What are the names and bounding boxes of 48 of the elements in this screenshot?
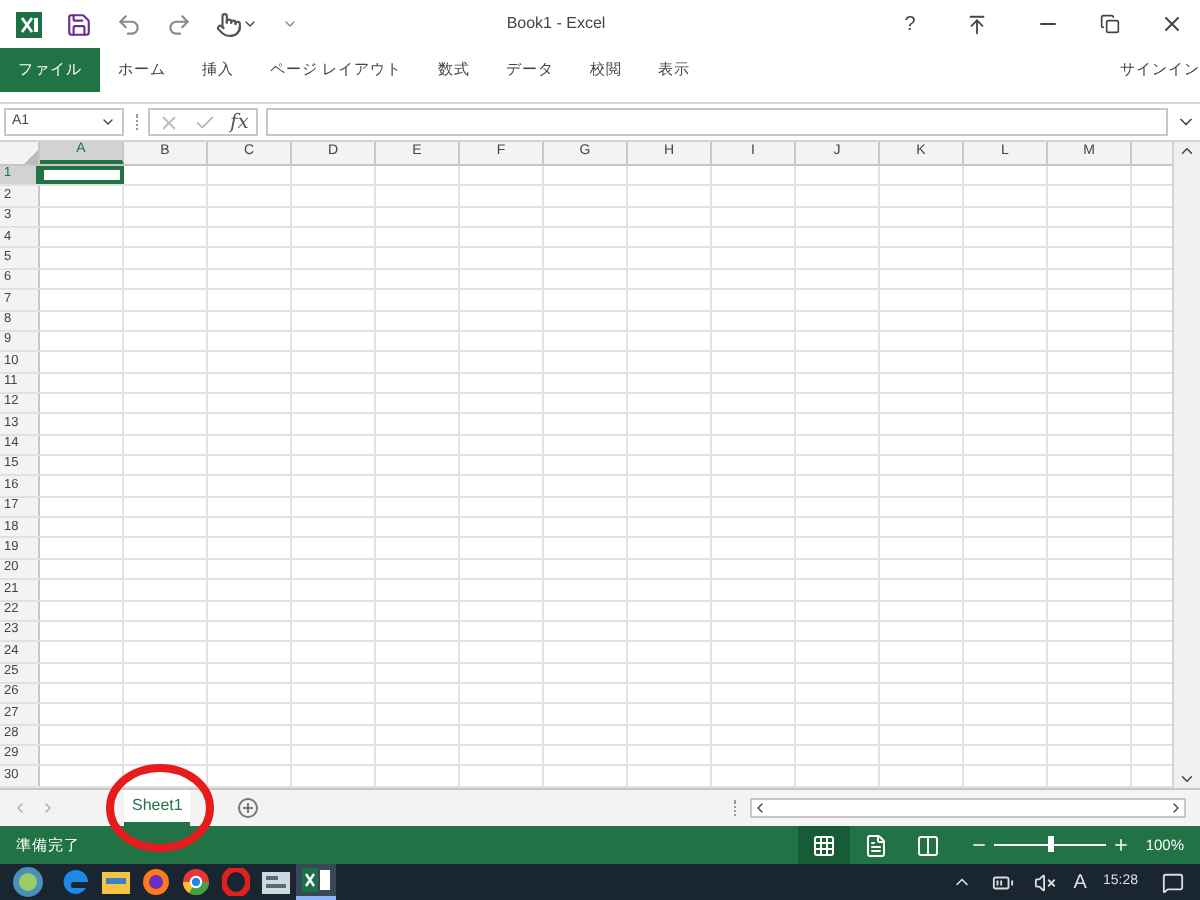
restore-icon[interactable]: [1100, 14, 1120, 34]
close-icon[interactable]: [1160, 12, 1184, 36]
browser-icon[interactable]: [182, 868, 210, 896]
drag-handle-icon[interactable]: [136, 114, 140, 130]
caret-icon[interactable]: [100, 114, 116, 130]
start-button[interactable]: [12, 866, 44, 898]
page-layout-icon: [863, 833, 888, 857]
window-title: Book1 - Excel: [506, 12, 606, 36]
ime-indicator[interactable]: A: [1073, 867, 1087, 897]
redo-icon[interactable]: [166, 11, 192, 37]
zoom-thumb[interactable]: [1047, 836, 1054, 852]
scroll-up-icon[interactable]: [1178, 142, 1196, 160]
taskbar-button[interactable]: [296, 864, 336, 900]
folder-icon[interactable]: [102, 870, 130, 894]
enter-icon[interactable]: [194, 111, 216, 133]
insert-function-button[interactable]: fx: [230, 107, 249, 137]
vertical-scrollbar[interactable]: [1172, 142, 1200, 788]
volume-muted-icon[interactable]: [1033, 871, 1056, 893]
touch-mode-icon[interactable]: [216, 11, 242, 37]
spreadsheet-app-icon[interactable]: [16, 11, 42, 37]
previous-sheet-icon[interactable]: [12, 800, 28, 816]
help-button[interactable]: ?: [894, 9, 926, 39]
normal-view-icon: [811, 833, 836, 857]
caret-icon[interactable]: [242, 16, 258, 32]
scroll-right-icon[interactable]: [1168, 800, 1184, 816]
page-break-icon: [915, 833, 940, 857]
active-cell[interactable]: [40, 166, 124, 185]
zoom-in-icon[interactable]: [1111, 836, 1130, 854]
customize-toolbar-icon[interactable]: [282, 16, 298, 32]
next-sheet-icon[interactable]: [40, 800, 56, 816]
cancel-icon[interactable]: [158, 111, 180, 133]
notifications-icon[interactable]: [1162, 871, 1184, 893]
app-icon[interactable]: [262, 870, 290, 894]
ribbon-display-icon[interactable]: [966, 13, 988, 35]
scroll-left-icon[interactable]: [752, 800, 768, 816]
save-icon[interactable]: [66, 11, 92, 37]
highlight-circle: [104, 762, 216, 854]
browser-icon[interactable]: [142, 868, 170, 896]
view-button[interactable]: [797, 826, 850, 864]
spreadsheet-app-icon[interactable]: [302, 868, 330, 892]
battery-icon[interactable]: [991, 871, 1014, 893]
scroll-down-icon[interactable]: [1178, 770, 1196, 788]
formula-input-field[interactable]: [266, 108, 1168, 136]
drag-handle-icon[interactable]: [734, 800, 738, 816]
undo-icon[interactable]: [116, 11, 142, 37]
sheet-tab[interactable]: Sheet1: [124, 790, 191, 826]
horizontal-scrollbar[interactable]: [750, 798, 1186, 818]
add-sheet-icon[interactable]: [238, 798, 259, 818]
